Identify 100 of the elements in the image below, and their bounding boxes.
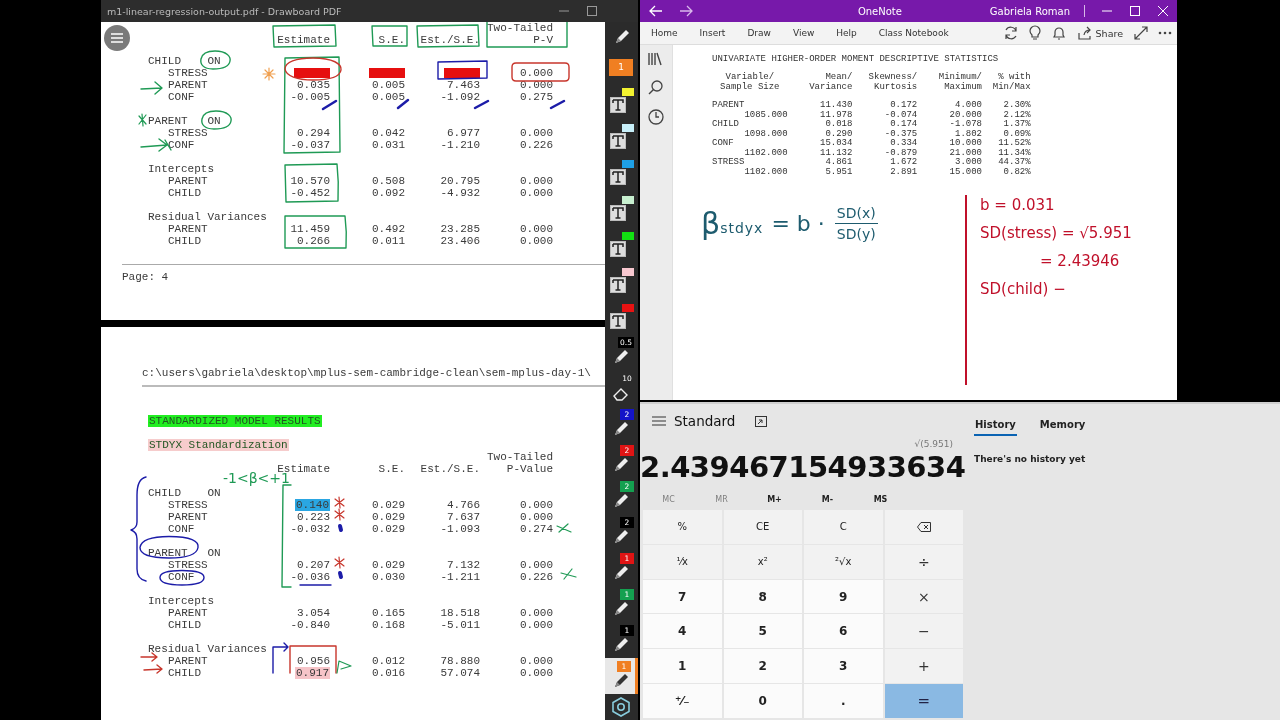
panel-tab[interactable]: History bbox=[974, 419, 1017, 436]
ink-mark bbox=[338, 571, 343, 579]
ribbon-tab[interactable]: View bbox=[781, 28, 815, 38]
calculator-key[interactable]: CE bbox=[723, 510, 802, 544]
calculator-key[interactable]: × bbox=[884, 579, 963, 614]
table-cell: 2.12% bbox=[1003, 110, 1031, 120]
expression-text: √(5.951) bbox=[913, 438, 954, 450]
formula-denominator: SD(y) bbox=[836, 225, 876, 242]
table-cell: 11.132 bbox=[820, 148, 853, 158]
bell-icon bbox=[1050, 25, 1067, 41]
table-cell: 0.334 bbox=[890, 139, 918, 149]
table-cell: 0.82% bbox=[1003, 167, 1031, 177]
table-cell: 0.029 bbox=[372, 523, 405, 535]
text-tool-icon bbox=[610, 313, 626, 329]
ribbon-tab[interactable]: Insert bbox=[688, 28, 726, 38]
formula-subscript: stdyx bbox=[720, 219, 764, 236]
ribbon-tab[interactable]: Class Notebook bbox=[867, 28, 949, 38]
calculator-key[interactable]: 5 bbox=[723, 614, 802, 649]
share-button[interactable]: Share bbox=[1070, 25, 1129, 41]
ink-mark bbox=[473, 99, 490, 110]
row-label: PARENT bbox=[168, 607, 208, 619]
section-label: PARENT bbox=[148, 115, 188, 127]
table-cell: 0.000 bbox=[520, 607, 553, 619]
table-cell: 4.000 bbox=[955, 101, 982, 111]
calculator-key[interactable]: ÷ bbox=[884, 544, 963, 579]
text-tool-icon bbox=[610, 133, 626, 149]
section-heading: STDYX Standardization bbox=[148, 439, 289, 451]
column-header: Est./S.E. bbox=[420, 34, 480, 46]
keep-on-top-icon bbox=[755, 415, 768, 427]
table-cell: -0.879 bbox=[884, 148, 918, 158]
clock-button[interactable] bbox=[645, 108, 667, 126]
stats-title: UNIVARIATE HIGHER-ORDER MOMENT DESCRIPTIVE STATISTICS bbox=[712, 54, 1000, 64]
calculator-key[interactable]: % bbox=[643, 510, 722, 544]
text-tool-icon bbox=[610, 277, 626, 293]
ink-circle bbox=[284, 57, 342, 81]
table-cell: 0.226 bbox=[520, 139, 553, 151]
ribbon-tab[interactable]: Draw bbox=[736, 28, 771, 38]
calculator-key[interactable]: + bbox=[884, 649, 963, 684]
calculator-key[interactable]: 0 bbox=[723, 684, 802, 718]
calculator-key[interactable]: ¹⁄x bbox=[643, 544, 722, 579]
calculator-key[interactable]: . bbox=[804, 684, 883, 718]
table-cell: 0.011 bbox=[372, 235, 405, 247]
keyword-label: ON bbox=[207, 547, 221, 559]
page-number: Page: 4 bbox=[122, 271, 170, 283]
keep-on-top-button[interactable] bbox=[753, 413, 770, 429]
text-tool-icon bbox=[610, 97, 626, 113]
table-cell: 23.406 bbox=[440, 235, 480, 247]
keyword-label: ON bbox=[207, 487, 221, 499]
table-cell: -0.840 bbox=[290, 619, 330, 631]
ink-mark bbox=[138, 113, 147, 127]
ink-mark bbox=[334, 508, 345, 521]
ink-box bbox=[289, 645, 337, 674]
maximize-icon bbox=[587, 6, 597, 16]
column-header: Min/Max bbox=[992, 82, 1031, 92]
close-icon bbox=[1158, 6, 1168, 16]
calculator-key[interactable]: 8 bbox=[723, 579, 802, 614]
ink-mark bbox=[321, 99, 338, 111]
ink-box bbox=[416, 24, 480, 48]
ink-mark bbox=[556, 523, 572, 533]
ribbon-tab[interactable]: Home bbox=[640, 28, 678, 38]
table-cell: 0.030 bbox=[372, 571, 405, 583]
settings-icon bbox=[611, 697, 631, 717]
panel-tab[interactable]: Memory bbox=[1038, 419, 1087, 436]
table-cell: 0.207 bbox=[297, 559, 330, 571]
calculator-key[interactable]: = bbox=[884, 684, 963, 718]
ribbon-tab[interactable]: Help bbox=[825, 28, 857, 38]
table-cell: 1.672 bbox=[890, 158, 918, 168]
calculator-key[interactable]: ⁺⁄₋ bbox=[643, 684, 722, 718]
table-cell: 1.802 bbox=[955, 129, 982, 139]
table-cell: 2.30% bbox=[1003, 101, 1031, 111]
calculator-key[interactable]: 2 bbox=[723, 649, 802, 684]
pen-icon bbox=[612, 600, 630, 618]
calculator-key[interactable]: 1 bbox=[643, 649, 722, 684]
handwritten-note: b = 0.031 bbox=[980, 195, 1056, 215]
memory-button[interactable]: M+ bbox=[748, 494, 801, 504]
table-cell: 0.294 bbox=[297, 127, 330, 139]
column-header: Maximum bbox=[944, 82, 982, 92]
calculator-key[interactable]: x² bbox=[723, 544, 802, 579]
column-header: Variance bbox=[809, 82, 853, 92]
ink-box bbox=[371, 25, 408, 47]
memory-button[interactable]: M- bbox=[801, 494, 854, 504]
column-header: Sample Size bbox=[720, 82, 780, 92]
column-header: Est./S.E. bbox=[420, 463, 480, 475]
calculator-key[interactable]: 4 bbox=[643, 614, 722, 649]
ink-box bbox=[511, 62, 570, 82]
calculator-key[interactable]: − bbox=[884, 614, 963, 649]
calculator-key[interactable]: 9 bbox=[804, 579, 883, 614]
memory-button[interactable]: MS bbox=[854, 494, 907, 504]
calculator-key[interactable]: C bbox=[804, 510, 883, 544]
table-cell: 0.000 bbox=[520, 235, 553, 247]
table-cell: 0.000 bbox=[520, 559, 553, 571]
table-cell: 0.018 bbox=[825, 120, 853, 130]
calculator-key[interactable]: ²√x bbox=[804, 544, 883, 579]
menu-button[interactable] bbox=[104, 25, 130, 51]
table-cell: 0.000 bbox=[520, 175, 553, 187]
calculator-key[interactable]: 3 bbox=[804, 649, 883, 684]
calculator-key[interactable]: 6 bbox=[804, 614, 883, 649]
table-cell: 0.005 bbox=[372, 79, 405, 91]
calculator-key[interactable]: 7 bbox=[643, 579, 722, 614]
table-cell: -1.092 bbox=[440, 91, 480, 103]
